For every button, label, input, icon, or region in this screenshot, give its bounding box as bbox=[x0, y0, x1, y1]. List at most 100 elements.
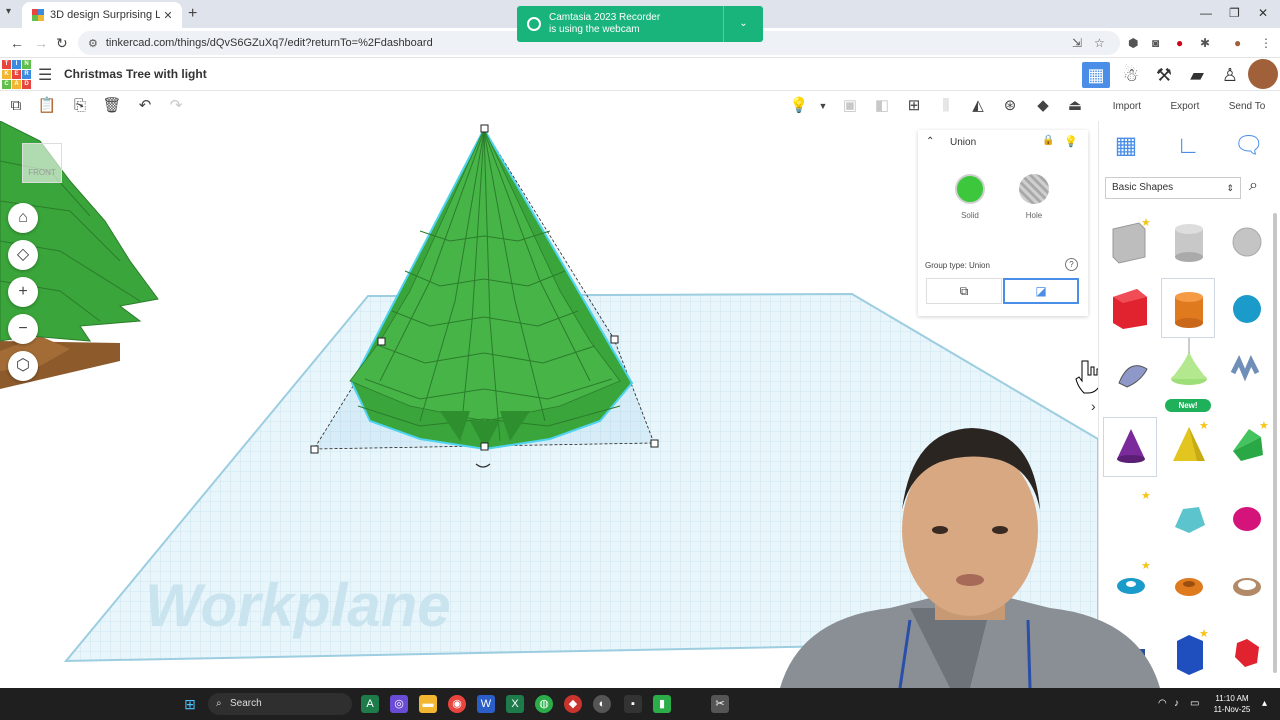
profile-icon[interactable]: ● bbox=[1234, 36, 1241, 50]
site-info-icon[interactable]: ⚙ bbox=[88, 37, 98, 50]
window-close-icon[interactable]: ✕ bbox=[1258, 6, 1268, 20]
sim-lab-icon[interactable]: ▰ bbox=[1183, 62, 1211, 88]
taskbar-search[interactable]: ⌕ Search bbox=[208, 693, 352, 715]
collapse-chevron-up-icon[interactable]: ⌃ bbox=[926, 136, 934, 147]
app-icon-green[interactable]: ▮ bbox=[653, 695, 671, 713]
word-icon[interactable]: W bbox=[477, 695, 495, 713]
text-shape[interactable] bbox=[1230, 355, 1260, 382]
ruler-icon[interactable]: ◆ bbox=[1033, 96, 1053, 116]
wechat-icon[interactable]: ◍ bbox=[535, 695, 553, 713]
panel-collapse-arrow-icon[interactable]: › bbox=[1091, 398, 1096, 414]
send-to-button[interactable]: Send To bbox=[1229, 101, 1266, 112]
circuits-icon[interactable]: ⚒ bbox=[1150, 62, 1178, 88]
christmas-tree-model[interactable] bbox=[349, 126, 634, 451]
notes-dropdown-icon[interactable]: ▼ bbox=[813, 96, 833, 116]
group-type-separate-button[interactable]: ⧉ bbox=[926, 278, 1002, 304]
show-all-lightbulb-icon[interactable]: 💡 bbox=[789, 96, 809, 116]
cruise-icon[interactable]: ⊞ bbox=[904, 96, 924, 116]
solid-color-swatch[interactable] bbox=[955, 174, 985, 204]
excel-icon[interactable]: X bbox=[506, 695, 524, 713]
scribble-shape[interactable] bbox=[1118, 365, 1148, 388]
ungroup-icon[interactable]: ◧ bbox=[872, 96, 892, 116]
zoom-in-icon[interactable]: + bbox=[8, 277, 38, 307]
fit-view-icon[interactable]: ⏏ bbox=[1065, 96, 1085, 116]
notification-expand-icon[interactable]: ⌄ bbox=[723, 6, 763, 42]
workplane-icon[interactable]: ⊛ bbox=[1000, 96, 1020, 116]
hexagonal-prism-shape[interactable] bbox=[1177, 635, 1203, 675]
restore-icon[interactable]: ❐ bbox=[1229, 6, 1240, 20]
notification-bell-icon[interactable]: ▴ bbox=[1262, 698, 1267, 709]
fit-selected-icon[interactable]: ◇ bbox=[8, 240, 38, 270]
paraboloid-shape[interactable] bbox=[1233, 507, 1261, 531]
sphere-shape[interactable] bbox=[1233, 295, 1261, 323]
copilot-icon[interactable]: ◎ bbox=[390, 695, 408, 713]
import-button[interactable]: Import bbox=[1113, 101, 1141, 112]
app-icon-gray[interactable]: ◐ bbox=[593, 695, 611, 713]
paraboloid-new-shape[interactable] bbox=[1171, 337, 1207, 385]
home-view-icon[interactable]: ⌂ bbox=[8, 203, 38, 233]
selected-shape-cell[interactable] bbox=[1161, 278, 1215, 338]
tinkercad-header: TIN KER CAD ☰ Christmas Tree with light … bbox=[0, 58, 1280, 91]
extension-camera-icon[interactable]: ◙ bbox=[1152, 36, 1159, 50]
browser-menu-icon[interactable]: ⋮ bbox=[1260, 36, 1272, 50]
bookmark-star-icon[interactable]: ☆ bbox=[1094, 36, 1105, 50]
tab-close-icon[interactable]: ✕ bbox=[160, 9, 176, 22]
polyhedron-shape[interactable] bbox=[1235, 639, 1259, 667]
group-type-union-button[interactable]: ◪ bbox=[1003, 278, 1079, 304]
align-icon[interactable]: ⫼ bbox=[936, 96, 956, 116]
3d-view-grid-button[interactable]: ▦ bbox=[1082, 62, 1110, 88]
windows-start-icon[interactable]: ⊞ bbox=[181, 695, 199, 713]
cylinder-hole-shape[interactable] bbox=[1175, 224, 1203, 262]
wifi-icon[interactable]: ◠ bbox=[1158, 698, 1167, 709]
tab-list-icon[interactable]: ▾ bbox=[6, 6, 11, 17]
paste-icon[interactable]: 📋 bbox=[37, 96, 57, 116]
file-explorer-icon[interactable]: ▬ bbox=[419, 695, 437, 713]
workplane-label: Workplane bbox=[145, 572, 451, 639]
perspective-toggle-icon[interactable]: ⬡ bbox=[8, 351, 38, 381]
back-icon[interactable]: ← bbox=[10, 35, 24, 51]
tinkercad-logo[interactable]: TIN KER CAD bbox=[2, 60, 31, 89]
design-menu-icon[interactable]: ☰ bbox=[38, 65, 52, 85]
taskbar-app-icon[interactable]: A bbox=[361, 695, 379, 713]
sphere-hole-shape[interactable] bbox=[1232, 227, 1262, 257]
minimize-icon[interactable]: — bbox=[1200, 6, 1212, 20]
extension-opera-icon[interactable]: ● bbox=[1176, 36, 1183, 50]
copy-icon[interactable]: ⧉ bbox=[6, 96, 26, 116]
ring-shape[interactable] bbox=[1233, 578, 1261, 596]
chrome-icon[interactable]: ◉ bbox=[448, 695, 466, 713]
new-tab-button[interactable]: + bbox=[188, 5, 197, 23]
box-hole-shape[interactable] bbox=[1112, 222, 1146, 264]
lock-icon[interactable]: 🔒 bbox=[1042, 135, 1054, 146]
shapes-scrollbar[interactable] bbox=[1273, 213, 1277, 673]
install-app-icon[interactable]: ⇲ bbox=[1072, 36, 1082, 50]
duplicate-icon[interactable]: ⎘ bbox=[70, 96, 90, 116]
reload-icon[interactable]: ↻ bbox=[56, 35, 68, 52]
export-button[interactable]: Export bbox=[1170, 101, 1199, 112]
zoom-out-icon[interactable]: − bbox=[8, 314, 38, 344]
help-icon[interactable]: ? bbox=[1065, 258, 1078, 271]
volume-icon[interactable]: ♪ bbox=[1174, 698, 1179, 709]
add-user-icon[interactable]: ♙ bbox=[1216, 62, 1244, 88]
extensions-puzzle-icon[interactable]: ✱ bbox=[1200, 36, 1210, 50]
project-title[interactable]: Christmas Tree with light bbox=[64, 67, 207, 81]
box-shape[interactable] bbox=[1113, 289, 1147, 329]
undo-icon[interactable]: ↶ bbox=[135, 96, 155, 116]
hide-lightbulb-icon[interactable]: 💡 bbox=[1064, 135, 1078, 148]
taskbar-clock[interactable]: 11:10 AM 11-Nov-25 bbox=[1210, 693, 1254, 715]
group-icon[interactable]: ▣ bbox=[840, 96, 860, 116]
user-avatar[interactable] bbox=[1248, 59, 1278, 89]
redo-icon[interactable]: ↷ bbox=[166, 96, 186, 116]
blocks-icon[interactable]: ☃ bbox=[1117, 62, 1145, 88]
hole-swatch[interactable] bbox=[1019, 174, 1049, 204]
battery-icon[interactable]: ▭ bbox=[1190, 698, 1199, 709]
delete-icon[interactable]: 🗑 bbox=[102, 96, 122, 116]
app-icon-red[interactable]: ◆ bbox=[564, 695, 582, 713]
mirror-icon[interactable]: ◭ bbox=[968, 96, 988, 116]
forward-icon[interactable]: → bbox=[34, 35, 48, 51]
browser-tab-active[interactable]: 3D design Surprising Lahdi - Ti ✕ bbox=[22, 2, 182, 28]
extension-shield-icon[interactable]: ⬢ bbox=[1128, 36, 1138, 50]
viewcube[interactable]: FRONT bbox=[22, 143, 62, 183]
snipping-tool-icon[interactable]: ✂ bbox=[711, 695, 729, 713]
app-icon-dark[interactable]: ▪ bbox=[624, 695, 642, 713]
wedge-shape[interactable] bbox=[1233, 429, 1263, 461]
